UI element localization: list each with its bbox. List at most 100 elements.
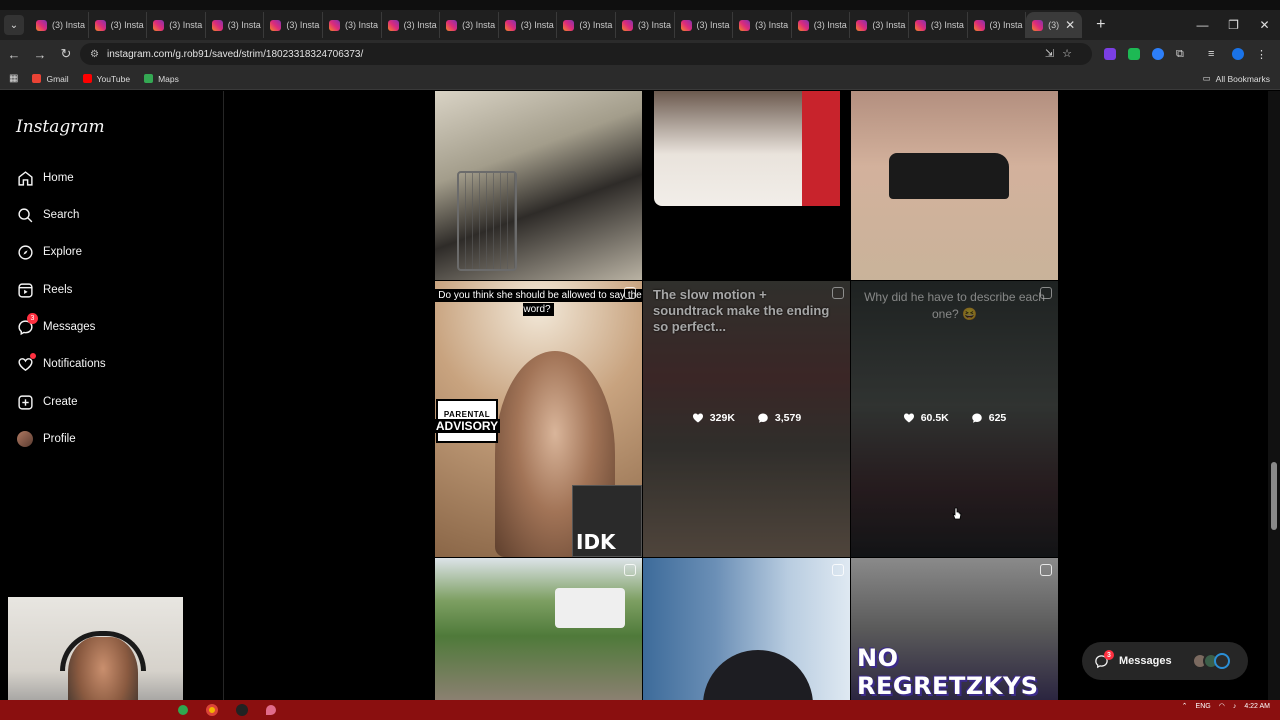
messenger-icon: 3 (16, 313, 38, 336)
browser-tab[interactable]: (3) Insta (323, 12, 382, 38)
puzzle-icon[interactable]: ⧉ (1176, 48, 1188, 60)
bookmark-star-icon[interactable]: ☆ (1062, 47, 1072, 60)
instagram-favicon-icon (680, 19, 692, 31)
install-app-icon[interactable]: ⇲ (1045, 47, 1054, 60)
post-thumbnail[interactable] (435, 558, 642, 700)
browser-tab[interactable]: (3) Insta (557, 12, 616, 38)
sticker-text: IDK (576, 530, 616, 554)
post-thumbnail[interactable] (643, 91, 850, 280)
scrollbar-thumb[interactable] (1271, 462, 1277, 530)
post-thumbnail[interactable] (851, 91, 1058, 280)
extension-icon[interactable] (1128, 48, 1140, 60)
kebab-menu-icon[interactable]: ⋮ (1256, 48, 1268, 61)
tab-title: (3) Insta (696, 20, 730, 30)
address-bar[interactable]: ⚙ instagram.com/g.rob91/saved/strim/1802… (80, 43, 1092, 65)
bookmark-maps[interactable]: Maps (144, 74, 179, 84)
instagram-favicon-icon (387, 19, 399, 31)
home-icon (16, 169, 34, 187)
forward-button[interactable]: → (28, 47, 52, 62)
profile-avatar-icon[interactable] (1232, 48, 1244, 60)
taskbar-app-icon[interactable] (178, 705, 188, 715)
clock[interactable]: 4:22 AM (1244, 703, 1270, 710)
reel-icon (624, 564, 636, 576)
browser-tab[interactable]: (3) Insta (440, 12, 499, 38)
comment-icon (758, 413, 768, 423)
all-bookmarks-label: All Bookmarks (1215, 73, 1270, 84)
all-bookmarks-button[interactable]: ▭ All Bookmarks (1203, 73, 1270, 84)
search-icon (16, 206, 34, 224)
minimize-button[interactable]: — (1187, 18, 1218, 32)
extension-icon[interactable] (1104, 48, 1116, 60)
browser-tab[interactable]: (3) Insta (968, 12, 1027, 38)
nav-explore[interactable]: Explore (16, 243, 82, 261)
comments-count: 3,579 (774, 412, 802, 424)
page-scrollbar[interactable] (1268, 91, 1280, 700)
likes-stat: 60.5K (903, 412, 949, 424)
nav-profile[interactable]: Profile (16, 430, 76, 448)
browser-tab[interactable]: (3) Insta (30, 12, 89, 38)
post-thumbnail[interactable] (643, 558, 850, 700)
tab-title: (3) Insta (110, 20, 144, 30)
wifi-icon[interactable]: ◠ (1219, 702, 1225, 710)
browser-tab[interactable]: (3) Insta (792, 12, 851, 38)
instagram-favicon-icon (446, 19, 458, 31)
instagram-logo[interactable]: Instagram (16, 117, 105, 137)
messages-label: Messages (1119, 655, 1172, 667)
nav-create[interactable]: Create (16, 393, 78, 411)
browser-tab[interactable]: (3) Insta (264, 12, 323, 38)
browser-tab[interactable]: (3) Insta (675, 12, 734, 38)
taskbar-app-icon[interactable] (266, 705, 276, 715)
bookmark-youtube[interactable]: YouTube (82, 74, 130, 84)
sticker-text: ADVISORY (435, 418, 501, 433)
post-thumbnail-hovered[interactable]: The slow motion + soundtrack make the en… (643, 281, 850, 557)
browser-tab-active[interactable]: (3) ✕ (1026, 12, 1083, 38)
nav-messages[interactable]: 3 Messages (16, 313, 95, 336)
messages-floating-button[interactable]: 3 Messages (1082, 642, 1248, 680)
extension-icon[interactable] (1152, 48, 1164, 60)
post-thumbnail[interactable] (435, 91, 642, 280)
browser-tab[interactable]: (3) Insta (206, 12, 265, 38)
site-info-icon[interactable]: ⚙ (90, 49, 99, 60)
close-window-button[interactable]: ✕ (1249, 18, 1280, 32)
reading-list-icon[interactable]: ≡ (1208, 48, 1220, 60)
taskbar-app-icon[interactable] (236, 704, 248, 716)
maximize-button[interactable]: ❐ (1218, 18, 1249, 32)
browser-tab[interactable]: (3) Insta (382, 12, 441, 38)
browser-tab[interactable]: (3) Insta (499, 12, 558, 38)
tab-search-button[interactable]: ⌄ (4, 15, 24, 35)
volume-icon[interactable]: ♪ (1233, 703, 1237, 710)
messages-badge: 3 (1104, 650, 1114, 660)
compass-icon (16, 243, 34, 261)
nav-search[interactable]: Search (16, 206, 79, 224)
post-image (654, 91, 840, 206)
tab-title: (3) Insta (930, 20, 964, 30)
browser-tab[interactable]: (3) Insta (616, 12, 675, 38)
browser-tab[interactable]: (3) Insta (89, 12, 148, 38)
likes-count: 329K (709, 412, 735, 424)
post-thumbnail[interactable]: NO REGRETZKYS (851, 558, 1058, 700)
language-indicator[interactable]: ENG (1196, 703, 1211, 710)
headphones-image (60, 631, 146, 671)
browser-tab[interactable]: (3) Insta (733, 12, 792, 38)
bookmark-gmail[interactable]: Gmail (32, 74, 69, 84)
post-thumbnail[interactable]: Do you think she should be allowed to sa… (435, 281, 642, 557)
nav-notifications[interactable]: Notifications (16, 353, 106, 373)
nav-label: Explore (43, 246, 82, 258)
heart-icon (692, 413, 703, 423)
tab-list: (3) Insta (3) Insta (3) Insta (3) Insta (3) … (30, 10, 1105, 40)
apps-grid-icon[interactable]: ▦ (9, 73, 18, 84)
back-button[interactable]: ← (2, 47, 26, 62)
browser-tab[interactable]: (3) Insta (147, 12, 206, 38)
nav-reels[interactable]: Reels (16, 281, 72, 299)
tab-close-icon[interactable]: ✕ (1065, 18, 1075, 32)
instagram-favicon-icon (621, 19, 633, 31)
instagram-favicon-icon (270, 19, 282, 31)
new-tab-button[interactable]: + (1096, 16, 1105, 34)
chevron-up-icon[interactable]: ⌃ (1182, 702, 1188, 710)
instagram-favicon-icon (504, 19, 516, 31)
chrome-icon[interactable] (206, 704, 218, 716)
reload-button[interactable]: ↻ (54, 46, 78, 62)
browser-tab[interactable]: (3) Insta (909, 12, 968, 38)
browser-tab[interactable]: (3) Insta (850, 12, 909, 38)
nav-home[interactable]: Home (16, 169, 74, 187)
